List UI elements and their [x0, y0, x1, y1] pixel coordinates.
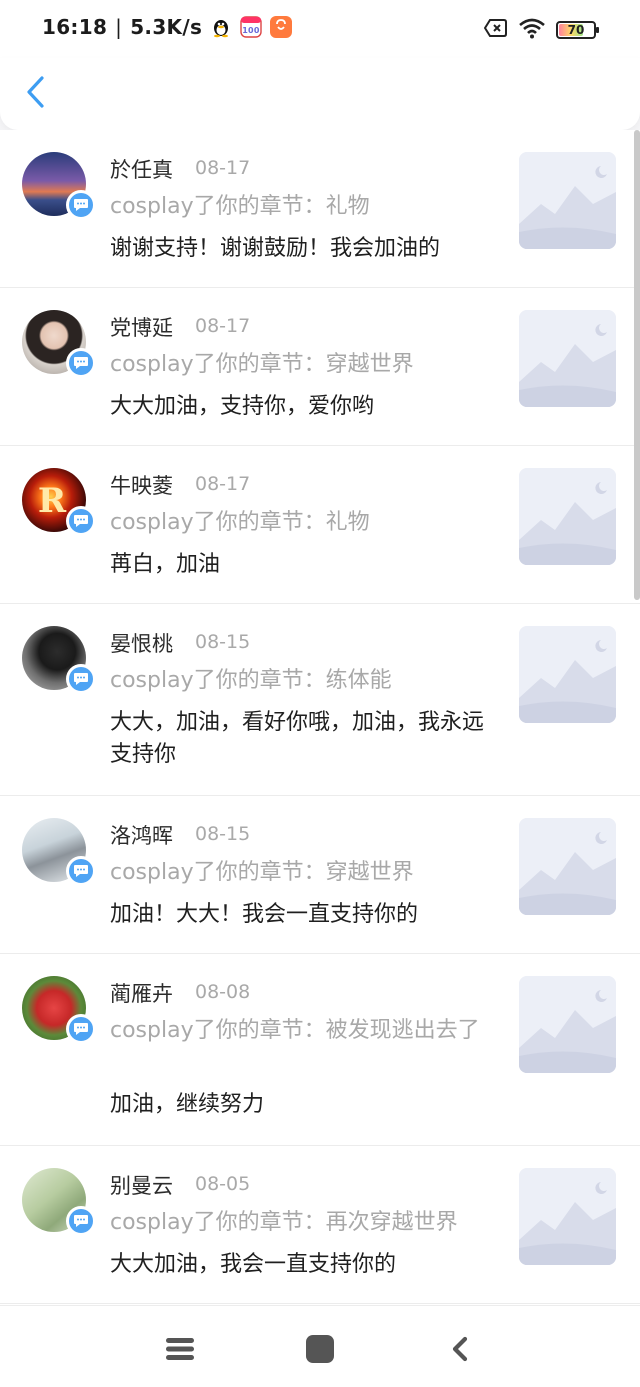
network-speed: 5.3K/s	[130, 15, 203, 39]
comment-date: 08-15	[195, 631, 251, 653]
system-nav-bar	[0, 1305, 640, 1387]
commenter-name[interactable]: 於任真	[110, 154, 173, 184]
image-placeholder-icon[interactable]	[519, 976, 616, 1073]
image-placeholder-icon[interactable]	[519, 626, 616, 723]
comment-date: 08-17	[195, 157, 251, 179]
page-header	[0, 58, 640, 130]
comment-text: 大大加油，我会一直支持你的	[110, 1252, 397, 1277]
home-square-icon	[306, 1335, 334, 1363]
shopping-bag-icon	[270, 16, 293, 38]
comment-date: 08-05	[195, 1173, 251, 1195]
image-placeholder-icon[interactable]	[519, 1168, 616, 1265]
chapter-line[interactable]: cosplay了你的章节：礼物	[110, 191, 495, 223]
status-left: 16:18 | 5.3K/s 100	[42, 15, 293, 39]
chapter-line[interactable]: cosplay了你的章节：被发现逃出去了	[110, 1015, 495, 1047]
comment-bubble-icon	[66, 664, 96, 694]
comment-text: 加油！大大！我会一直支持你的	[110, 902, 419, 927]
feed-item[interactable]: 於任真 08-17 cosplay了你的章节：礼物 谢谢支持！谢谢鼓励！我会加油…	[0, 130, 640, 288]
chapter-line[interactable]: cosplay了你的章节：再次穿越世界	[110, 1207, 495, 1239]
image-placeholder-icon[interactable]	[519, 152, 616, 249]
comment-text: 谢谢支持！谢谢鼓励！我会加油的	[110, 236, 441, 261]
status-time: 16:18	[42, 15, 108, 39]
comment-date: 08-17	[195, 473, 251, 495]
image-placeholder-icon[interactable]	[519, 468, 616, 565]
svg-text:100: 100	[242, 26, 260, 35]
wifi-icon	[518, 17, 546, 43]
comment-text: 大大，加油，看好你哦，加油，我永远支持你	[110, 710, 485, 767]
status-right: 70	[483, 17, 599, 43]
calendar-100-icon: 100	[240, 16, 262, 38]
comment-bubble-icon	[66, 348, 96, 378]
comment-text: 苒白，加油	[110, 552, 221, 577]
back-nav-button[interactable]	[442, 1332, 478, 1366]
commenter-name[interactable]: 党博延	[110, 312, 173, 342]
comment-bubble-icon	[66, 190, 96, 220]
feed-item[interactable]: 蔺雁卉 08-08 cosplay了你的章节：被发现逃出去了 加油，继续努力	[0, 954, 640, 1146]
home-button[interactable]	[302, 1332, 338, 1366]
feed-item[interactable]: R 牛映菱 08-17 cosplay了你的章节：礼物 苒白，加油	[0, 446, 640, 604]
feed-item[interactable]: 别曼云 08-05 cosplay了你的章节：再次穿越世界 大大加油，我会一直支…	[0, 1146, 640, 1304]
comment-bubble-icon	[66, 1206, 96, 1236]
status-bar: 16:18 | 5.3K/s 100 70	[0, 0, 640, 58]
chevron-left-icon	[27, 76, 44, 108]
image-placeholder-icon[interactable]	[519, 818, 616, 915]
battery-indicator: 70	[556, 21, 599, 39]
cosplay-feed-list[interactable]: 於任真 08-17 cosplay了你的章节：礼物 谢谢支持！谢谢鼓励！我会加油…	[0, 130, 640, 1305]
feed-item[interactable]: 晏恨桃 08-15 cosplay了你的章节：练体能 大大，加油，看好你哦，加油…	[0, 604, 640, 796]
chapter-line[interactable]: cosplay了你的章节：穿越世界	[110, 349, 495, 381]
commenter-name[interactable]: 蔺雁卉	[110, 978, 173, 1008]
commenter-name[interactable]: 晏恨桃	[110, 628, 173, 658]
comment-text: 大大加油，支持你，爱你哟	[110, 394, 375, 419]
menu-button[interactable]	[162, 1332, 198, 1366]
qq-penguin-icon	[210, 16, 232, 38]
comment-date: 08-15	[195, 823, 251, 845]
image-placeholder-icon[interactable]	[519, 310, 616, 407]
chapter-line[interactable]: cosplay了你的章节：穿越世界	[110, 857, 495, 889]
comment-bubble-icon	[66, 856, 96, 886]
feed-item[interactable]: 洛鸿晖 08-15 cosplay了你的章节：穿越世界 加油！大大！我会一直支持…	[0, 796, 640, 954]
commenter-name[interactable]: 别曼云	[110, 1170, 173, 1200]
commenter-name[interactable]: 洛鸿晖	[110, 820, 173, 850]
no-sim-icon	[483, 18, 508, 42]
feed-item[interactable]: 党博延 08-17 cosplay了你的章节：穿越世界 大大加油，支持你，爱你哟	[0, 288, 640, 446]
chapter-line[interactable]: cosplay了你的章节：礼物	[110, 507, 495, 539]
svg-text:R: R	[38, 481, 67, 521]
scrollbar[interactable]	[634, 130, 640, 600]
battery-level: 70	[567, 23, 585, 37]
back-arrow-icon	[452, 1336, 468, 1362]
comment-bubble-icon	[66, 506, 96, 536]
commenter-name[interactable]: 牛映菱	[110, 470, 173, 500]
comment-text: 加油，继续努力	[110, 1092, 265, 1117]
chapter-line[interactable]: cosplay了你的章节：练体能	[110, 665, 495, 697]
status-separator: |	[115, 15, 123, 39]
back-button[interactable]	[18, 72, 54, 112]
menu-icon	[166, 1338, 194, 1360]
comment-bubble-icon	[66, 1014, 96, 1044]
comment-date: 08-08	[195, 981, 251, 1003]
comment-date: 08-17	[195, 315, 251, 337]
